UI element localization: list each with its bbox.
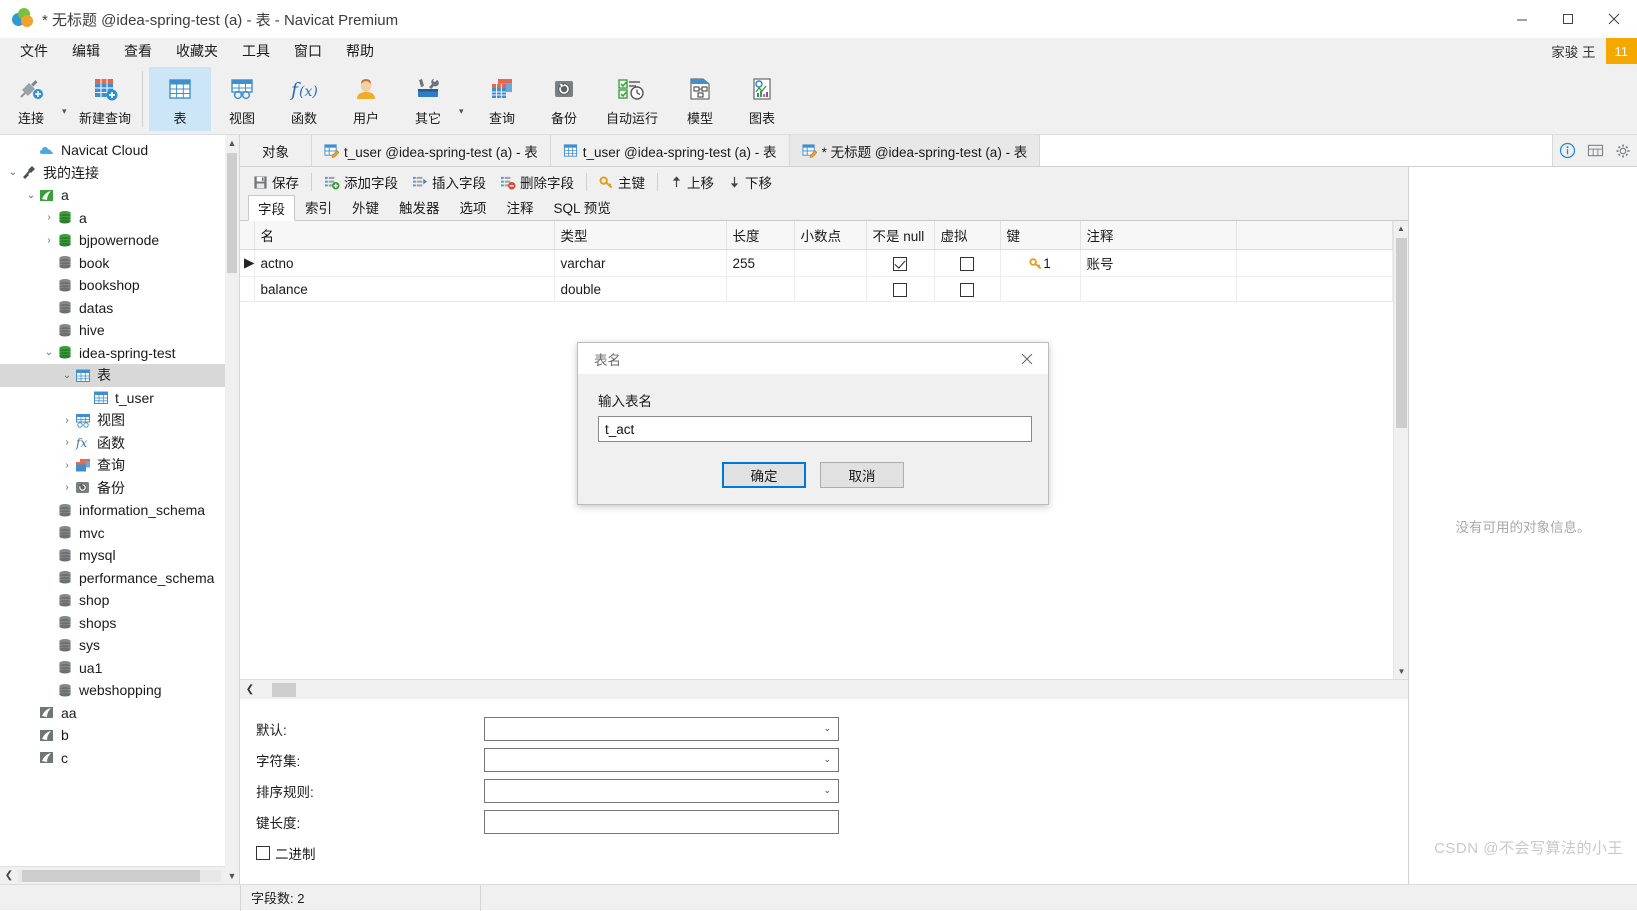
- modal-overlay: 表名 输入表名 确定 取消: [0, 0, 1637, 884]
- table-name-input[interactable]: [598, 416, 1032, 442]
- status-field-count: 字段数: 2: [240, 885, 480, 911]
- status-bar-filler: [480, 885, 1637, 911]
- status-bar-left: [0, 885, 240, 911]
- dialog-field-label: 输入表名: [598, 390, 1028, 410]
- status-bar: 字段数: 2: [0, 884, 1637, 910]
- dialog-buttons: 确定 取消: [598, 462, 1028, 488]
- dialog-title-bar: 表名: [578, 343, 1048, 374]
- dialog-body: 输入表名 确定 取消: [578, 374, 1048, 488]
- table-name-dialog: 表名 输入表名 确定 取消: [577, 342, 1049, 505]
- cancel-button[interactable]: 取消: [820, 462, 904, 488]
- ok-button[interactable]: 确定: [722, 462, 806, 488]
- close-icon[interactable]: [1012, 346, 1042, 372]
- dialog-title: 表名: [594, 349, 621, 369]
